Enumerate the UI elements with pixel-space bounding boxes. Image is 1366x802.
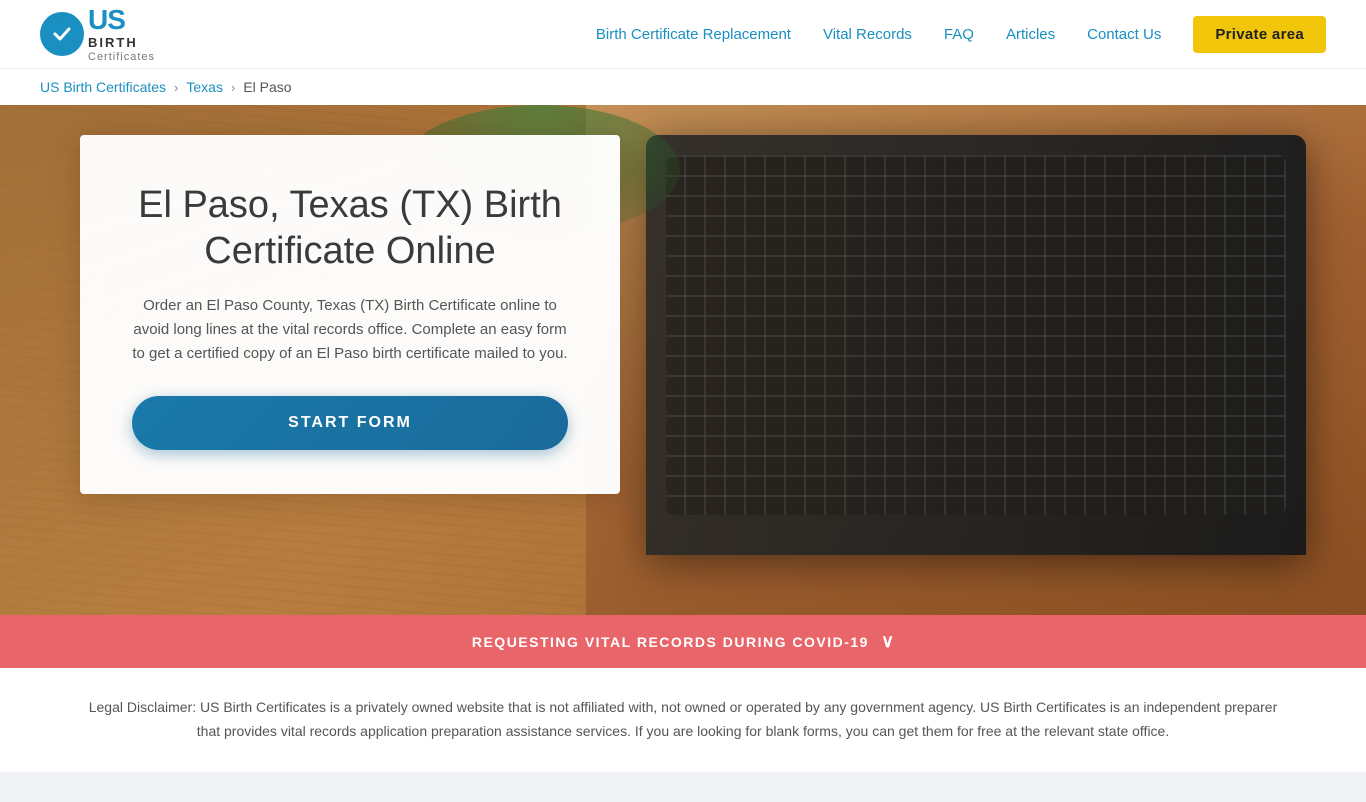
hero-section: El Paso, Texas (TX) Birth Certificate On…: [0, 105, 1366, 615]
nav-vital-records[interactable]: Vital Records: [823, 26, 912, 43]
covid-banner-text: REQUESTING VITAL RECORDS DURING COVID-19: [472, 634, 869, 650]
hero-card: El Paso, Texas (TX) Birth Certificate On…: [80, 135, 620, 494]
main-nav: Birth Certificate Replacement Vital Reco…: [596, 16, 1326, 53]
breadcrumb-link-home[interactable]: US Birth Certificates: [40, 79, 166, 95]
disclaimer-text: Legal Disclaimer: US Birth Certificates …: [83, 696, 1283, 744]
nav-contact[interactable]: Contact Us: [1087, 26, 1161, 43]
hero-title: El Paso, Texas (TX) Birth Certificate On…: [132, 183, 568, 274]
breadcrumb-link-texas[interactable]: Texas: [186, 79, 223, 95]
breadcrumb-sep-2: ›: [231, 80, 235, 95]
nav-birth-cert[interactable]: Birth Certificate Replacement: [596, 26, 791, 43]
private-area-button[interactable]: Private area: [1193, 16, 1326, 53]
logo[interactable]: US BIRTH Certificates: [40, 5, 155, 62]
logo-text: US BIRTH Certificates: [88, 5, 155, 62]
breadcrumb-current: El Paso: [243, 79, 291, 95]
footer-area: [0, 772, 1366, 802]
logo-icon: [40, 12, 84, 56]
breadcrumb: US Birth Certificates › Texas › El Paso: [0, 68, 1366, 105]
covid-banner[interactable]: REQUESTING VITAL RECORDS DURING COVID-19…: [0, 615, 1366, 668]
disclaimer-section: Legal Disclaimer: US Birth Certificates …: [0, 668, 1366, 772]
start-form-button[interactable]: START FORM: [132, 396, 568, 450]
nav-faq[interactable]: FAQ: [944, 26, 974, 43]
chevron-down-icon: ∨: [881, 631, 894, 652]
nav-articles[interactable]: Articles: [1006, 26, 1055, 43]
breadcrumb-sep-1: ›: [174, 80, 178, 95]
hero-description: Order an El Paso County, Texas (TX) Birt…: [132, 294, 568, 366]
site-header: US BIRTH Certificates Birth Certificate …: [0, 0, 1366, 68]
